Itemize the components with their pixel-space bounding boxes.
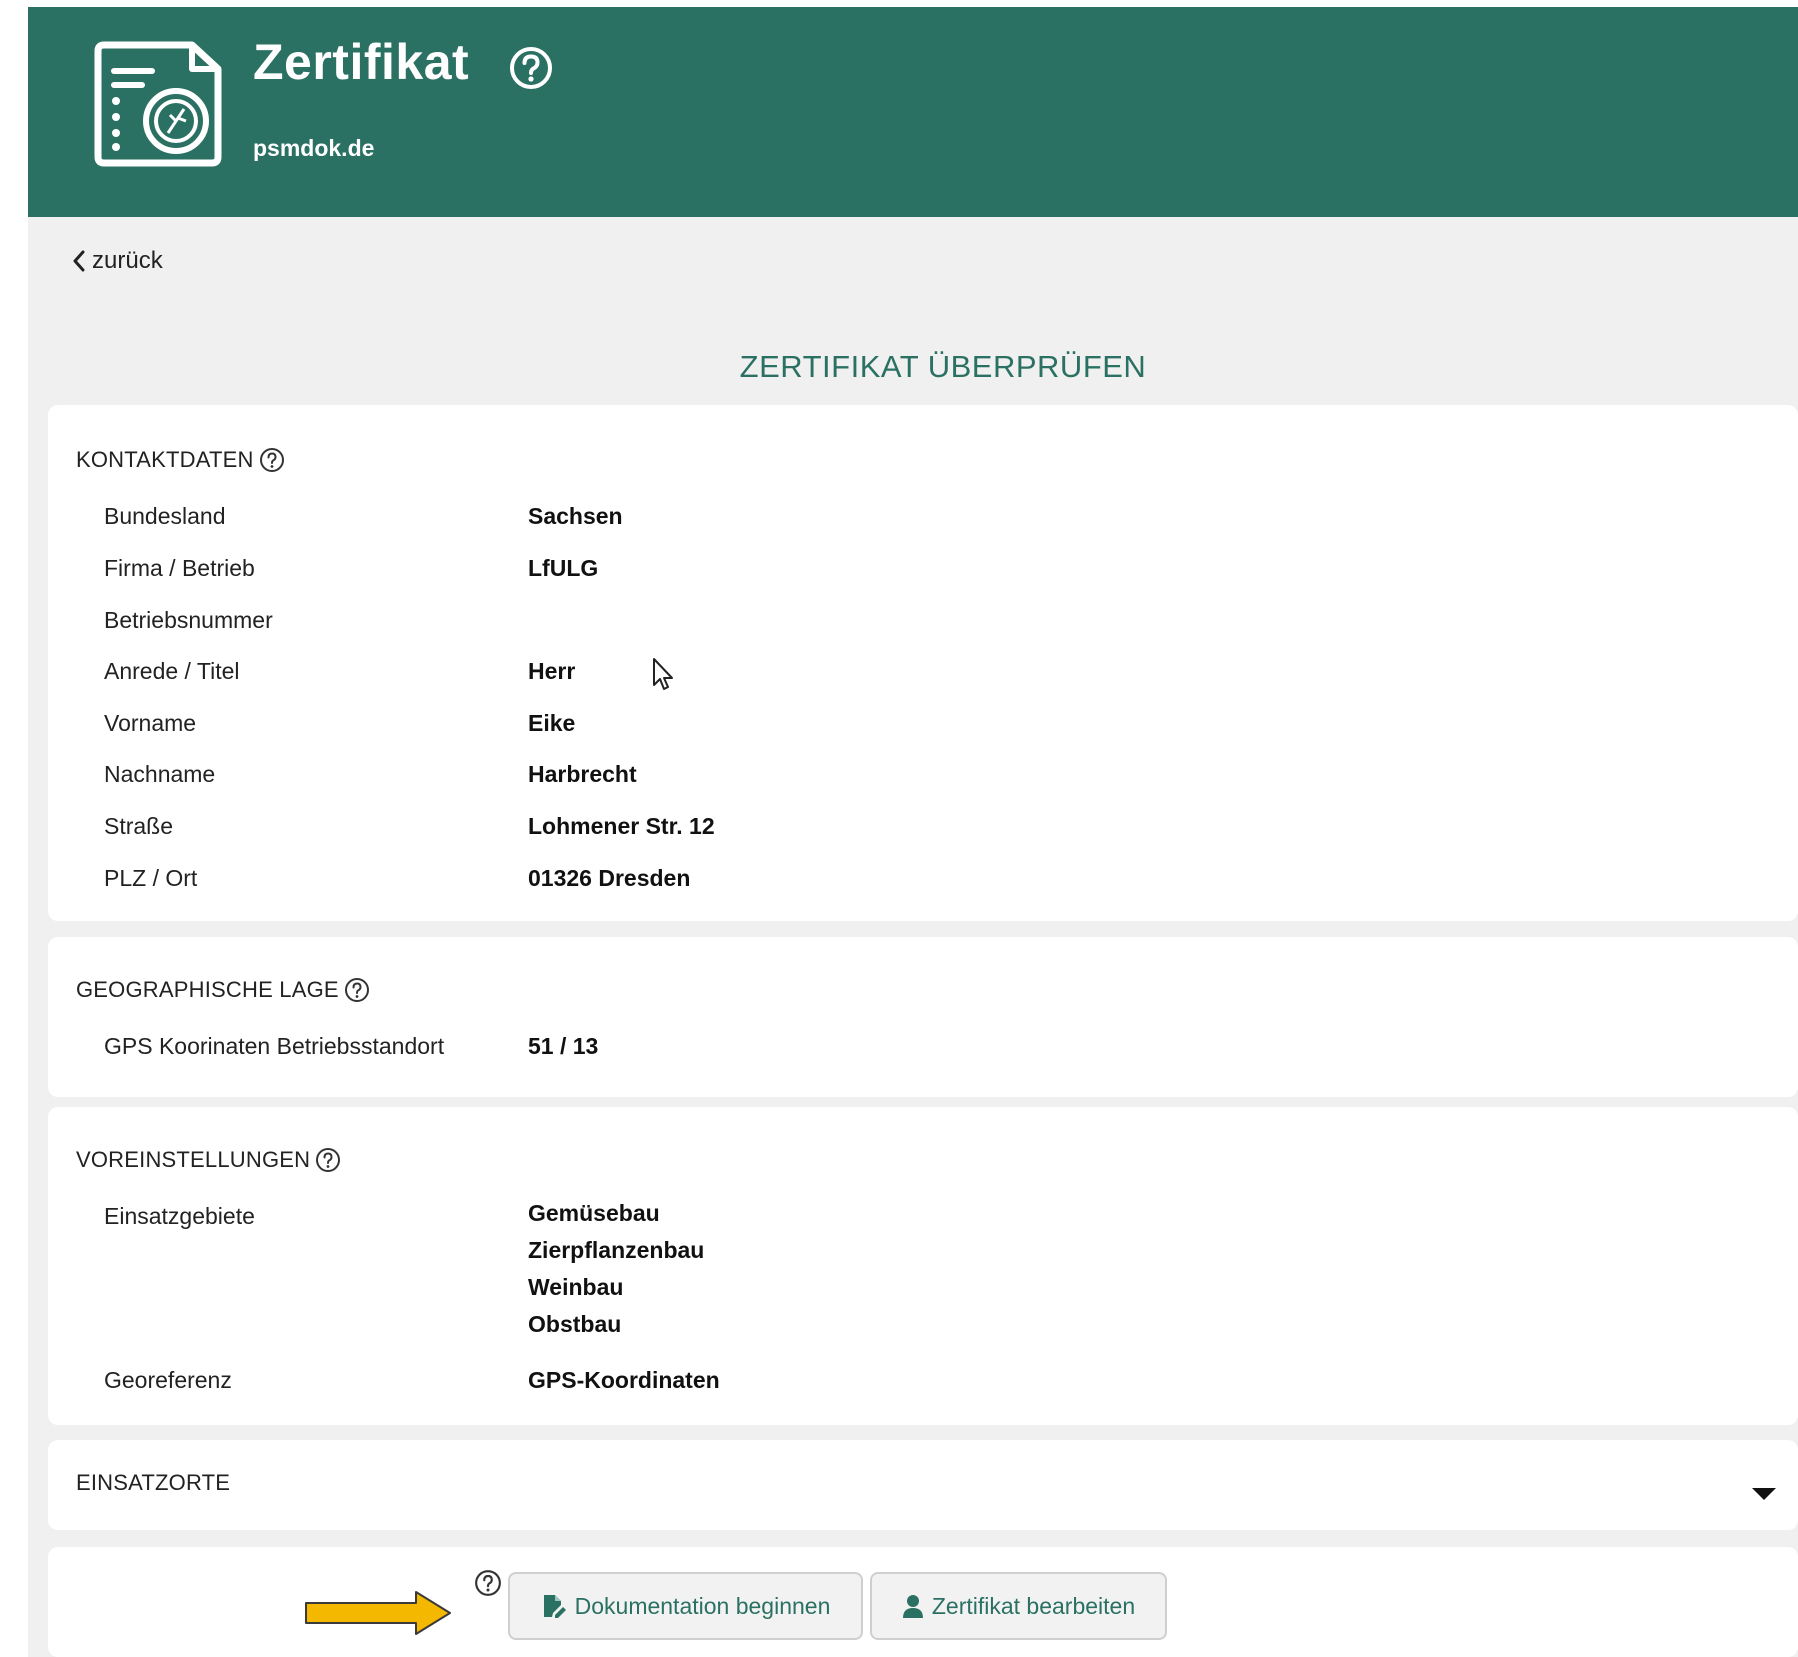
page-title: ZERTIFIKAT ÜBERPRÜFEN bbox=[739, 349, 1147, 384]
edit-certificate-button[interactable]: Zertifikat bearbeiten bbox=[870, 1572, 1167, 1640]
field-label-georeferenz: Georeferenz bbox=[104, 1367, 232, 1393]
einsatzgebiet-item: Gemüsebau bbox=[528, 1200, 660, 1226]
field-label-einsatzgebiete: Einsatzgebiete bbox=[104, 1203, 255, 1229]
field-value-vorname: Eike bbox=[528, 710, 576, 736]
field-value-gps: 51 / 13 bbox=[528, 1033, 599, 1059]
contact-data-title: KONTAKTDATEN bbox=[76, 447, 254, 472]
field-value-georeferenz: GPS-Koordinaten bbox=[528, 1367, 720, 1393]
geographic-location-card: GEOGRAPHISCHE LAGE GPS Koorinaten Betrie… bbox=[48, 937, 1798, 1097]
contact-data-card: KONTAKTDATEN Bundesland Sachsen Firma / … bbox=[48, 405, 1798, 921]
field-label-betriebsnummer: Betriebsnummer bbox=[104, 607, 273, 633]
question-circle-icon[interactable] bbox=[344, 977, 370, 1003]
geographic-location-title: GEOGRAPHISCHE LAGE bbox=[76, 977, 339, 1002]
field-value-plz-ort: 01326 Dresden bbox=[528, 865, 691, 891]
field-value-strasse: Lohmener Str. 12 bbox=[528, 813, 715, 839]
question-circle-icon[interactable] bbox=[474, 1569, 502, 1597]
einsatzgebiet-item: Zierpflanzenbau bbox=[528, 1237, 705, 1263]
field-value-einsatzgebiete: Gemüsebau Zierpflanzenbau Weinbau Obstba… bbox=[528, 1195, 704, 1343]
field-label-strasse: Straße bbox=[104, 813, 174, 839]
field-label-vorname: Vorname bbox=[104, 710, 197, 736]
file-edit-icon bbox=[543, 1595, 566, 1618]
back-link[interactable]: zurück bbox=[72, 247, 163, 275]
field-value-nachname: Harbrecht bbox=[528, 761, 637, 787]
chevron-left-icon bbox=[73, 250, 85, 272]
arrow-right-icon bbox=[305, 1591, 451, 1635]
locations-card[interactable]: EINSATZORTE bbox=[48, 1440, 1798, 1530]
start-documentation-button[interactable]: Dokumentation beginnen bbox=[508, 1572, 863, 1640]
field-value-bundesland: Sachsen bbox=[528, 503, 623, 529]
locations-title: EINSATZORTE bbox=[76, 1470, 231, 1495]
field-label-plz-ort: PLZ / Ort bbox=[104, 865, 198, 891]
certificate-leaf-icon bbox=[94, 41, 222, 167]
actions-card: Dokumentation beginnen Zertifikat bearbe… bbox=[48, 1547, 1798, 1657]
question-circle-icon[interactable] bbox=[508, 45, 554, 91]
caret-down-icon[interactable] bbox=[1752, 1488, 1776, 1500]
field-label-firma: Firma / Betrieb bbox=[104, 555, 255, 581]
app-subtitle: psmdok.de bbox=[253, 135, 375, 161]
start-documentation-label: Dokumentation beginnen bbox=[574, 1592, 831, 1619]
field-label-nachname: Nachname bbox=[104, 761, 216, 787]
back-label: zurück bbox=[92, 247, 163, 274]
mouse-cursor-icon bbox=[653, 658, 673, 690]
einsatzgebiet-item: Obstbau bbox=[528, 1311, 622, 1337]
field-label-bundesland: Bundesland bbox=[104, 503, 226, 529]
field-value-firma: LfULG bbox=[528, 555, 599, 581]
presets-card: VOREINSTELLUNGEN Einsatzgebiete Gemüseba… bbox=[48, 1107, 1798, 1425]
section-title: KONTAKTDATEN bbox=[76, 447, 285, 473]
app-title: Zertifikat bbox=[253, 34, 470, 90]
user-icon bbox=[902, 1595, 923, 1618]
question-circle-icon[interactable] bbox=[259, 447, 285, 473]
field-label-anrede: Anrede / Titel bbox=[104, 658, 240, 684]
section-title: GEOGRAPHISCHE LAGE bbox=[76, 977, 370, 1003]
section-title: VOREINSTELLUNGEN bbox=[76, 1147, 341, 1173]
presets-title: VOREINSTELLUNGEN bbox=[76, 1147, 311, 1172]
field-value-anrede: Herr bbox=[528, 658, 576, 684]
section-title: EINSATZORTE bbox=[76, 1470, 230, 1496]
app-header: Zertifikat psmdok.de bbox=[28, 7, 1798, 217]
page: Zertifikat psmdok.de zurück ZERTIFIKAT Ü… bbox=[28, 7, 1798, 1657]
edit-certificate-label: Zertifikat bearbeiten bbox=[931, 1592, 1136, 1619]
question-circle-icon[interactable] bbox=[315, 1147, 341, 1173]
einsatzgebiet-item: Weinbau bbox=[528, 1274, 624, 1300]
field-label-gps: GPS Koorinaten Betriebsstandort bbox=[104, 1033, 445, 1059]
